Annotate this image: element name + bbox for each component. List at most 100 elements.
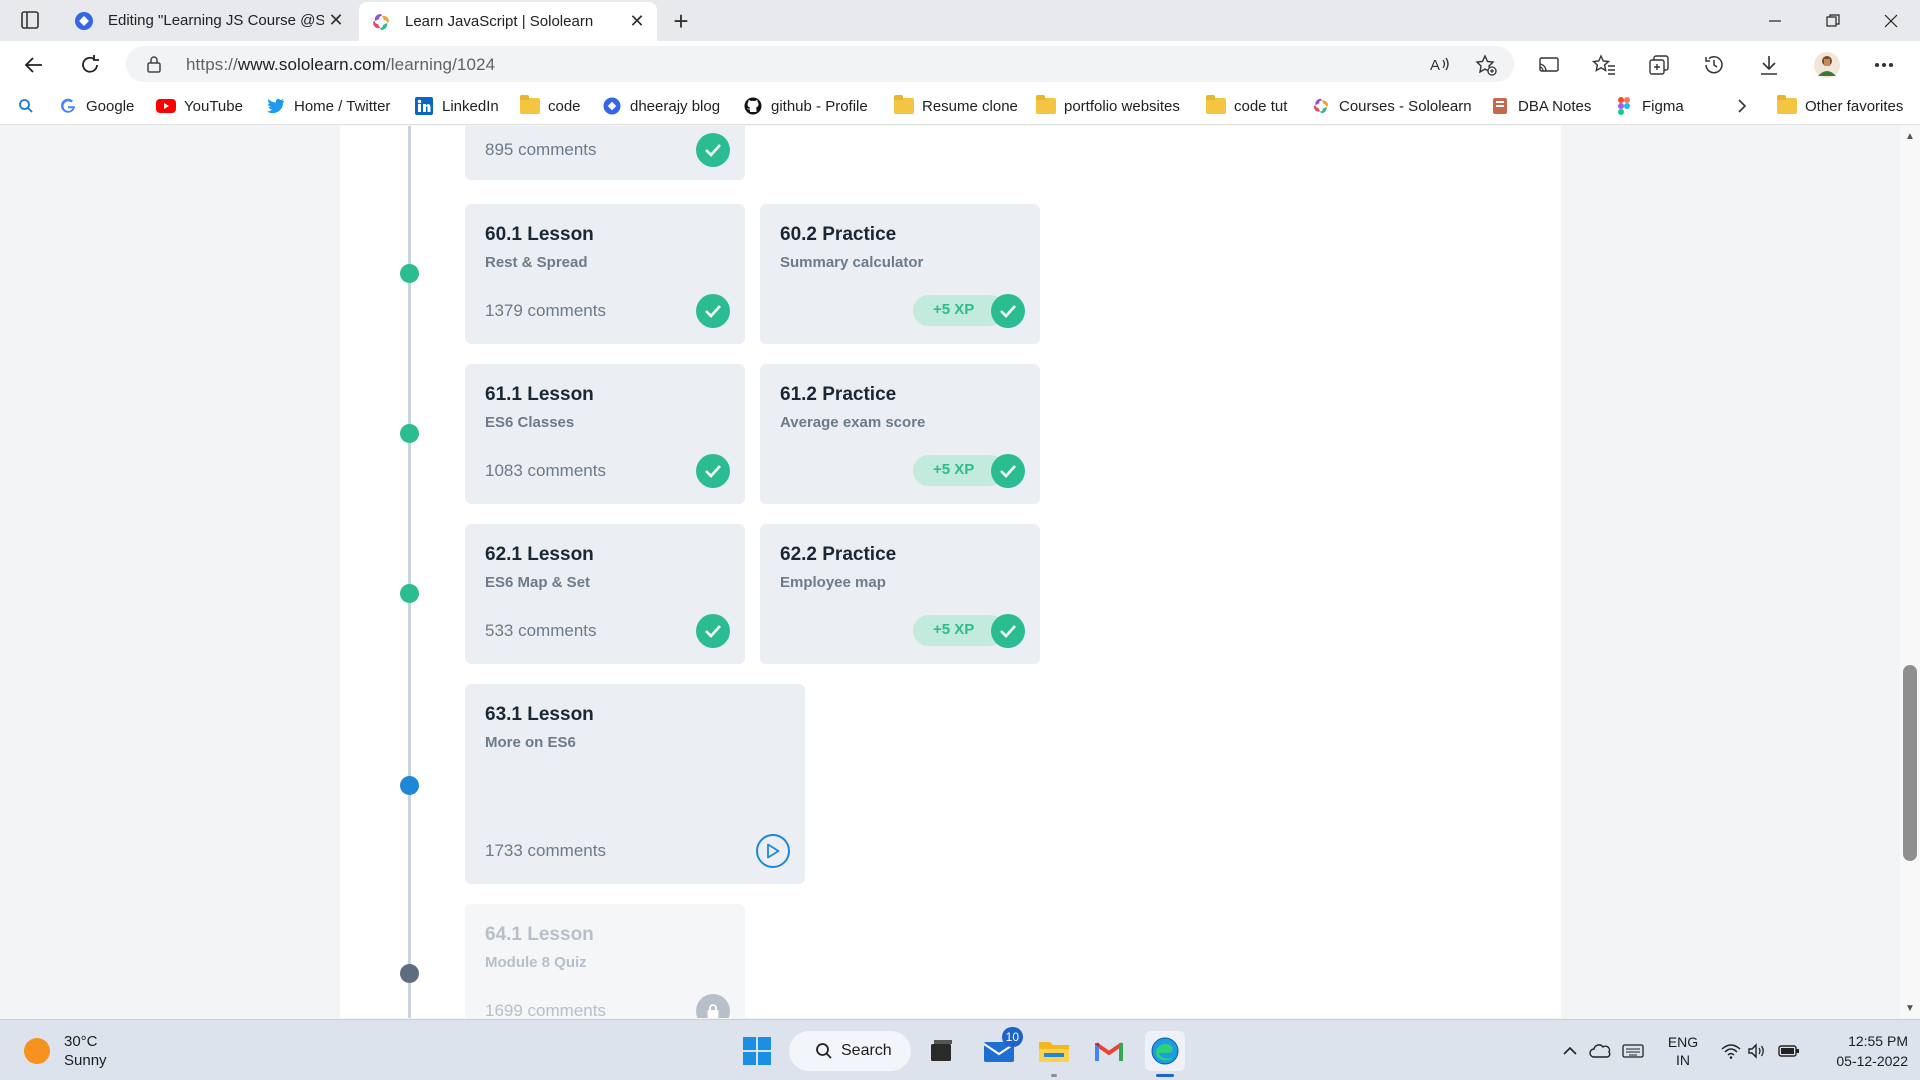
task-view-icon [931,1040,952,1061]
figma-icon [1614,96,1634,116]
downloads-icon[interactable] [1755,51,1783,79]
task-view-button[interactable] [921,1031,961,1071]
scrollbar-thumb[interactable] [1903,665,1917,861]
taskbar-search[interactable]: Search [789,1031,911,1071]
locked-lesson-card: 64.1 Lesson Module 8 Quiz 1699 comments [465,904,745,1018]
check-icon [991,614,1025,648]
blog-icon [602,96,622,116]
weather-widget[interactable]: 30°C Sunny [24,1032,107,1070]
bookmark-code[interactable]: code [520,95,581,117]
close-tab-icon[interactable]: ✕ [625,10,649,34]
collections-icon[interactable] [1645,51,1673,79]
battery-icon[interactable] [1776,1020,1802,1080]
practice-card[interactable]: 61.2 Practice Average exam score +5 XP [760,364,1040,504]
address-bar[interactable]: https://www.sololearn.com/learning/1024 … [126,46,1514,82]
tab-editing[interactable]: Editing "Learning JS Course @So ✕ [62,0,356,41]
lesson-title: 64.1 Lesson [485,924,594,945]
keyboard-icon[interactable] [1619,1020,1647,1080]
lesson-card[interactable]: 60.1 Lesson Rest & Spread 1379 comments [465,204,745,344]
practice-subtitle: Employee map [780,574,886,591]
scroll-up-arrow-icon[interactable]: ▲ [1905,132,1915,142]
restore-button[interactable] [1804,0,1862,41]
timeline-dot-completed [400,424,419,443]
lesson-card[interactable]: 62.1 Lesson ES6 Map & Set 533 comments [465,524,745,664]
practice-card[interactable]: 62.2 Practice Employee map +5 XP [760,524,1040,664]
bookmark-other-favorites[interactable]: Other favorites [1777,95,1903,117]
edge-browser-app[interactable] [1145,1031,1185,1077]
close-tab-icon[interactable]: ✕ [324,9,348,33]
github-icon [743,96,763,116]
lesson-card[interactable]: 61.1 Lesson ES6 Classes 1083 comments [465,364,745,504]
search-icon [19,99,33,113]
lesson-title: 60.1 Lesson [485,224,594,245]
onedrive-icon[interactable] [1587,1020,1613,1080]
lesson-subtitle: ES6 Classes [485,414,575,431]
new-tab-button[interactable]: + [666,6,696,36]
bookmarks-overflow-button[interactable] [1736,95,1748,117]
system-clock[interactable]: 12:55 PM 05-12-2022 [1812,1020,1908,1080]
scroll-down-arrow-icon[interactable]: ▼ [1905,1004,1915,1014]
favorites-icon[interactable] [1590,51,1618,79]
tab-actions-button[interactable] [14,8,46,32]
bookmark-figma[interactable]: Figma [1614,95,1684,117]
current-lesson-card[interactable]: 63.1 Lesson More on ES6 1733 comments [465,684,805,884]
bookmark-resume-clone[interactable]: Resume clone [894,95,1018,117]
bookmark-courses-sololearn[interactable]: Courses - Sololearn [1311,95,1472,117]
lesson-subtitle: Rest & Spread [485,254,588,271]
timeline-line [408,126,411,1018]
gmail-icon [1094,1042,1124,1061]
page-scrollbar[interactable] [1900,126,1920,1018]
windows-taskbar: 30°C Sunny Search 10 ENG IN 12:55 PM 05-… [0,1019,1920,1080]
bookmark-dheerajy-blog[interactable]: dheerajy blog [602,95,720,117]
add-favorite-icon[interactable] [1474,53,1498,77]
bookmark-google[interactable]: Google [58,95,134,117]
comments-count: 1083 comments [485,461,606,480]
practice-card[interactable]: 60.2 Practice Summary calculator +5 XP [760,204,1040,344]
practice-subtitle: Summary calculator [780,254,924,271]
bookmark-dba-notes[interactable]: DBA Notes [1490,95,1591,117]
timeline-dot-completed [400,264,419,283]
input-language-indicator[interactable]: ENG IN [1659,1020,1707,1080]
bookmark-twitter[interactable]: Home / Twitter [266,95,390,117]
show-hidden-icons-button[interactable] [1558,1020,1582,1080]
bookmark-search-icon[interactable] [18,95,34,117]
close-window-button[interactable] [1862,0,1920,41]
refresh-icon [82,55,99,73]
more-menu-icon[interactable] [1870,51,1898,79]
bookmark-code-tut[interactable]: code tut [1206,95,1287,117]
volume-icon[interactable] [1745,1020,1769,1080]
mail-app[interactable]: 10 [979,1027,1023,1071]
close-icon [1884,14,1898,27]
back-button[interactable] [18,49,50,81]
bookmark-portfolio-websites[interactable]: portfolio websites [1036,95,1180,117]
read-aloud-icon[interactable]: A [1428,53,1452,77]
minimize-button[interactable] [1746,0,1804,41]
start-button[interactable] [737,1031,777,1071]
profile-avatar[interactable] [1813,51,1841,79]
lesson-card-partial[interactable]: 895 comments [465,126,745,180]
sun-icon [24,1038,50,1064]
bookmark-youtube[interactable]: YouTube [156,95,243,117]
tab-actions-icon [21,11,39,29]
folder-icon [1036,95,1056,116]
cast-icon[interactable] [1535,51,1563,79]
tab-sololearn[interactable]: Learn JavaScript | Sololearn ✕ [359,2,657,41]
lesson-title: 63.1 Lesson [485,704,594,725]
comments-count: 1733 comments [485,841,606,860]
comments-count: 1379 comments [485,301,606,320]
gmail-app[interactable] [1089,1031,1129,1071]
sololearn-icon [371,12,391,32]
youtube-icon [156,96,176,116]
lock-icon [146,55,162,78]
restore-icon [1826,13,1840,27]
file-explorer-app[interactable] [1034,1031,1074,1077]
bookmark-linkedin[interactable]: LinkedIn [414,95,499,117]
comments-count: 1699 comments [485,1001,606,1018]
refresh-button[interactable] [74,49,106,81]
lesson-subtitle: Module 8 Quiz [485,954,587,971]
bookmark-github[interactable]: github - Profile [743,95,868,117]
check-icon [696,614,730,648]
wifi-icon[interactable] [1718,1020,1744,1080]
history-icon[interactable] [1700,51,1728,79]
play-button[interactable] [756,834,790,868]
